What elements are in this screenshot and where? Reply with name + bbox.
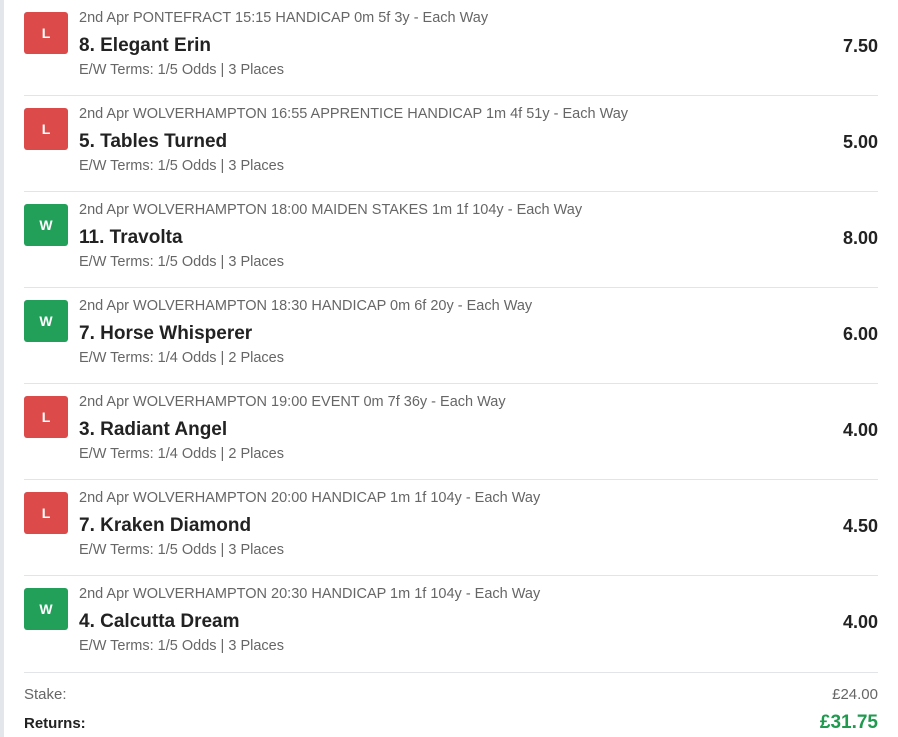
stake-row: Stake: £24.00 [24, 686, 878, 703]
each-way-terms: E/W Terms: 1/5 Odds | 3 Places [79, 158, 284, 174]
selection-name: 4. Calcutta Dream [79, 611, 240, 632]
result-badge-win: W [24, 300, 68, 342]
result-badge-loss: L [24, 492, 68, 534]
race-info: 2nd Apr WOLVERHAMPTON 19:00 EVENT 0m 7f … [79, 394, 506, 410]
bet-summary: Stake: £24.00 Returns: £31.75 [24, 676, 878, 737]
bet-row[interactable]: W 2nd Apr WOLVERHAMPTON 18:30 HANDICAP 0… [24, 288, 878, 384]
result-badge-win: W [24, 204, 68, 246]
bet-row[interactable]: L 2nd Apr PONTEFRACT 15:15 HANDICAP 0m 5… [24, 0, 878, 96]
result-badge-loss: L [24, 108, 68, 150]
bet-row[interactable]: L 2nd Apr WOLVERHAMPTON 19:00 EVENT 0m 7… [24, 384, 878, 480]
odds-value: 4.00 [842, 420, 878, 440]
each-way-terms: E/W Terms: 1/5 Odds | 3 Places [79, 542, 284, 558]
selection-name: 5. Tables Turned [79, 131, 228, 152]
selection-name: 8. Elegant Erin [79, 35, 211, 56]
selection-name: 11. Travolta [79, 227, 183, 248]
each-way-terms: E/W Terms: 1/5 Odds | 3 Places [79, 62, 284, 78]
selection-name: 3. Radiant Angel [79, 419, 228, 440]
odds-value: 6.00 [842, 324, 878, 344]
result-badge-loss: L [24, 396, 68, 438]
odds-value: 8.00 [842, 228, 878, 248]
left-rail [0, 0, 4, 737]
odds-value: 4.00 [842, 612, 878, 632]
odds-value: 4.50 [842, 516, 878, 536]
race-info: 2nd Apr PONTEFRACT 15:15 HANDICAP 0m 5f … [79, 10, 489, 26]
race-info: 2nd Apr WOLVERHAMPTON 18:00 MAIDEN STAKE… [79, 202, 583, 218]
race-info: 2nd Apr WOLVERHAMPTON 20:30 HANDICAP 1m … [79, 586, 541, 602]
bet-list: L 2nd Apr PONTEFRACT 15:15 HANDICAP 0m 5… [24, 0, 878, 673]
returns-label: Returns: [24, 714, 86, 732]
odds-value: 5.00 [842, 132, 878, 152]
returns-row: Returns: £31.75 [24, 712, 878, 734]
race-info: 2nd Apr WOLVERHAMPTON 20:00 HANDICAP 1m … [79, 490, 541, 506]
selection-name: 7. Horse Whisperer [79, 323, 253, 344]
bet-row[interactable]: W 2nd Apr WOLVERHAMPTON 20:30 HANDICAP 1… [24, 576, 878, 673]
stake-value: £24.00 [832, 686, 878, 703]
race-info: 2nd Apr WOLVERHAMPTON 18:30 HANDICAP 0m … [79, 298, 533, 314]
stake-label: Stake: [24, 686, 67, 703]
bet-row[interactable]: L 2nd Apr WOLVERHAMPTON 20:00 HANDICAP 1… [24, 480, 878, 576]
bet-row[interactable]: W 2nd Apr WOLVERHAMPTON 18:00 MAIDEN STA… [24, 192, 878, 288]
result-badge-win: W [24, 588, 68, 630]
each-way-terms: E/W Terms: 1/5 Odds | 3 Places [79, 638, 284, 654]
each-way-terms: E/W Terms: 1/4 Odds | 2 Places [79, 350, 284, 366]
race-info: 2nd Apr WOLVERHAMPTON 16:55 APPRENTICE H… [79, 106, 629, 122]
bet-row[interactable]: L 2nd Apr WOLVERHAMPTON 16:55 APPRENTICE… [24, 96, 878, 192]
each-way-terms: E/W Terms: 1/4 Odds | 2 Places [79, 446, 284, 462]
result-badge-loss: L [24, 12, 68, 54]
returns-value: £31.75 [819, 712, 878, 733]
each-way-terms: E/W Terms: 1/5 Odds | 3 Places [79, 254, 284, 270]
selection-name: 7. Kraken Diamond [79, 515, 252, 536]
odds-value: 7.50 [842, 36, 878, 56]
